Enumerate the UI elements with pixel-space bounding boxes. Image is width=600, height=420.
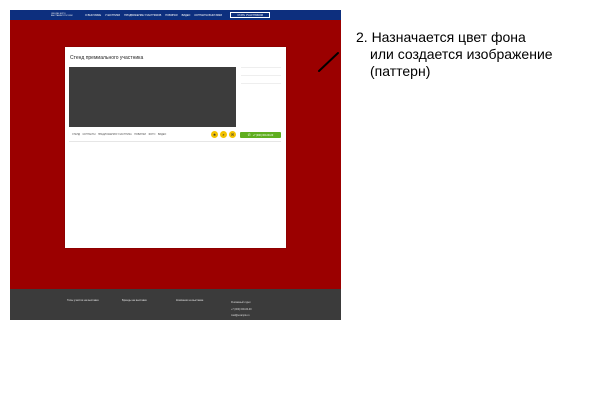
footer-link-participation-types[interactable]: Типы участия на выставке (67, 299, 99, 302)
divider (241, 67, 281, 68)
annotation-line-3: (паттерн) (370, 63, 431, 79)
stand-tab-offers[interactable]: ПРЕДЛОЖЕНИЯ УЧАСТНИКА (98, 133, 132, 136)
nav-item-promotion[interactable]: ПРОДВИЖЕНИЕ УЧАСТНИКОВ (124, 14, 161, 17)
call-button[interactable]: ✆ +7 (000) 000-00-00 (240, 132, 281, 138)
footer: Типы участия на выставке Бренды на выста… (10, 289, 341, 320)
divider (69, 141, 281, 142)
phone-icon: ✆ (247, 133, 251, 137)
stand-tab-contacts[interactable]: КОНТАКТЫ (83, 133, 96, 136)
stand-panel: Стенд премиального участника СТЕНД КОНТА… (65, 47, 286, 248)
annotation-line-1: 2. Назначается цвет фона (356, 29, 526, 45)
annotation-text: 2. Назначается цвет фона или создается и… (356, 29, 596, 80)
stand-tab-stand[interactable]: СТЕНД (72, 133, 80, 136)
stand-title: Стенд премиального участника (70, 55, 144, 61)
footer-contacts: Рекламный отдел +7 (000) 000-00-00 mail@… (231, 301, 252, 321)
nav-item-contacts[interactable]: КОНТАКТЫ ВЫСТАВКИ (194, 14, 222, 17)
footer-email[interactable]: mail@example.ru (231, 314, 252, 317)
stand-actions: ★ ⌕ ✉ (211, 131, 236, 138)
annotation-pointer (318, 52, 339, 72)
divider (241, 75, 281, 76)
top-navigation: ONLINE EXPO ВЫСТАВКИ РОССИИ О ВЫСТАВКЕ У… (10, 10, 341, 20)
page-background: Стенд премиального участника СТЕНД КОНТА… (10, 20, 341, 299)
nav-menu: О ВЫСТАВКЕ УЧАСТНИКИ ПРОДВИЖЕНИЕ УЧАСТНИ… (85, 14, 222, 17)
stand-tab-video[interactable]: ВИДЕО (158, 133, 166, 136)
stand-sidebar (241, 67, 281, 91)
footer-contact-title: Рекламный отдел (231, 301, 251, 304)
nav-item-about[interactable]: О ВЫСТАВКЕ (85, 14, 101, 17)
annotation-line-2: или создается изображение (370, 46, 553, 62)
divider (241, 83, 281, 84)
footer-link-brands[interactable]: Бренды на выставке (122, 299, 147, 302)
site-mockup: ONLINE EXPO ВЫСТАВКИ РОССИИ О ВЫСТАВКЕ У… (10, 10, 341, 320)
nav-item-participants[interactable]: УЧАСТНИКИ (105, 14, 120, 17)
footer-phone[interactable]: +7 (000) 000-00-00 (231, 308, 252, 311)
stand-menu: СТЕНД КОНТАКТЫ ПРЕДЛОЖЕНИЯ УЧАСТНИКА НОВ… (72, 133, 166, 136)
stand-tab-photo[interactable]: ФОТО (148, 133, 155, 136)
stand-tab-news[interactable]: НОВИНКИ (134, 133, 146, 136)
logo[interactable]: ONLINE EXPO ВЫСТАВКИ РОССИИ (51, 12, 81, 19)
logo-line-2: ВЫСТАВКИ РОССИИ (51, 15, 73, 17)
stand-media-placeholder[interactable] (69, 67, 236, 127)
nav-item-news[interactable]: НОВИНКИ (165, 14, 177, 17)
call-button-label: +7 (000) 000-00-00 (252, 133, 274, 137)
nav-item-video[interactable]: ВИДЕО (182, 14, 191, 17)
search-icon[interactable]: ⌕ (220, 131, 227, 138)
footer-link-companies[interactable]: Компании на выставке (176, 299, 203, 302)
star-icon[interactable]: ★ (211, 131, 218, 138)
chat-icon[interactable]: ✉ (229, 131, 236, 138)
become-participant-button[interactable]: СТАТЬ УЧАСТНИКОМ (230, 12, 271, 18)
